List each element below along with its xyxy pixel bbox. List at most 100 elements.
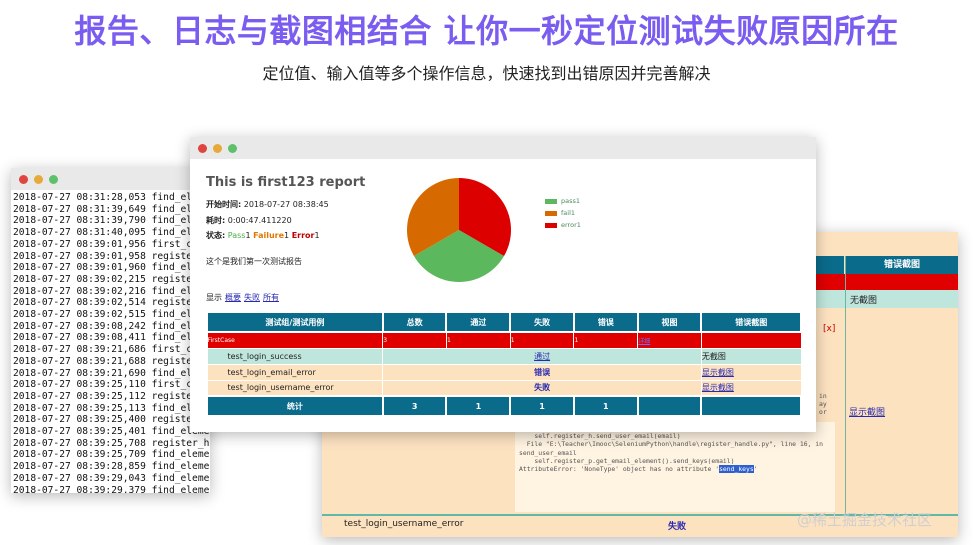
result-table: 测试组/测试用例 总数 通过 失败 错误 视图 错误截图 FirstCase 3 1 1 1 详细 te…: [206, 311, 802, 417]
close-screenshot-button[interactable]: [x]: [823, 324, 835, 334]
table-cell: 3: [382, 331, 447, 349]
bottom-case-status[interactable]: 失败: [668, 519, 686, 532]
minimize-window-dot-icon[interactable]: [213, 143, 222, 153]
log-line: 2018-07-27 08:39:02,514 register_handle.: [13, 297, 210, 309]
log-line: 2018-07-27 08:39:01,956 first_case.py-->: [13, 238, 210, 250]
legend-label: fail1: [561, 209, 576, 217]
table-row: test_login_success 通过 无截图: [206, 347, 802, 365]
log-line: 2018-07-27 08:39:25,113 find_element.py: [13, 402, 210, 414]
screenshot-cell: 无截图: [700, 347, 802, 365]
start-time: 开始时间: 2018-07-27 08:38:45: [206, 200, 329, 209]
window-titlebar: [11, 168, 210, 190]
legend-label: error1: [561, 221, 581, 229]
testcase-status-link[interactable]: 通过: [534, 352, 550, 361]
screenshot-cell: 显示截图: [700, 363, 802, 381]
log-line: 2018-07-27 08:39:01,958 register_handle.: [13, 250, 210, 262]
log-line: 2018-07-27 08:39:29,043 find_element.py-…: [13, 472, 210, 484]
log-line: 2018-07-27 08:31:28,053 find_element.py: [13, 192, 210, 203]
table-cell: 1: [509, 331, 575, 349]
testcase-name: test_login_success: [206, 347, 384, 365]
traceback-text: user_name self.register_h.send_user_emai…: [515, 422, 835, 512]
column-header: 视图: [636, 311, 703, 333]
column-divider: [845, 256, 846, 514]
filter-links: 显示 概要 失败 所有: [206, 293, 279, 302]
log-line: 2018-07-27 08:39:25,708 register_handle.…: [13, 437, 210, 449]
table-cell: FirstCase: [206, 331, 384, 349]
log-line: 2018-07-27 08:39:21,686 first_case.py-->: [13, 344, 210, 356]
filter-summary-link[interactable]: 概要: [225, 293, 241, 302]
highlighted-attribute: send_keys: [719, 465, 754, 474]
table-row: test_login_username_error 失败 显示截图: [206, 379, 802, 397]
status-cell: 通过: [382, 347, 702, 365]
log-lines: 2018-07-27 08:31:28,053 find_element.py2…: [11, 190, 210, 493]
log-line: 2018-07-27 08:39:25,400 register_handle.: [13, 414, 210, 426]
log-line: 2018-07-27 08:39:21,688 register_handle.: [13, 355, 210, 367]
legend-swatch: [545, 222, 557, 228]
bottom-case-name: test_login_username_error: [344, 519, 464, 529]
column-header: 通过: [445, 311, 512, 333]
no-screenshot-label: 无截图: [850, 296, 878, 306]
log-line: 2018-07-27 08:39:08,242 find_element.py: [13, 320, 210, 332]
log-line: 2018-07-27 08:39:01,960 find_element.py: [13, 262, 210, 274]
log-line: 2018-07-27 08:39:21,690 find_element.py: [13, 367, 210, 379]
column-header: 测试组/测试用例: [206, 311, 384, 333]
maximize-window-dot-icon[interactable]: [49, 174, 58, 184]
log-line: 2018-07-27 08:31:39,790 find_element.py: [13, 215, 210, 227]
summary-cell: [700, 395, 802, 417]
code-overflow: in ay or: [819, 392, 827, 417]
log-line: 2018-07-27 08:39:25,709 find_element.py-…: [13, 449, 210, 461]
table-row-group: FirstCase 3 1 1 1 详细: [206, 331, 802, 349]
table-cell: 1: [573, 331, 639, 349]
filter-failed-link[interactable]: 失败: [244, 293, 260, 302]
test-report-window: This is first123 report 开始时间: 2018-07-27…: [190, 137, 816, 432]
testcase-status-link[interactable]: 错误: [534, 368, 550, 377]
status-cell: 错误: [382, 363, 702, 381]
status-summary: 状态: Pass1 Failure1 Error1: [206, 231, 320, 240]
table-cell: 1: [445, 331, 511, 349]
legend-item: fail1: [545, 207, 581, 219]
table-row: test_login_email_error 错误 显示截图: [206, 363, 802, 381]
log-line: 2018-07-27 08:31:39,649 find_element.py: [13, 203, 210, 215]
summary-cell: 1: [572, 395, 639, 417]
table-cell: [700, 331, 802, 349]
maximize-window-dot-icon[interactable]: [228, 143, 237, 153]
report-description: 这个是我们第一次测试报告: [206, 257, 302, 266]
legend-item: pass1: [545, 195, 581, 207]
log-line: 2018-07-27 08:39:25,401 find_element.py-…: [13, 426, 210, 438]
column-header: 错误: [572, 311, 639, 333]
screenshot-cell: 显示截图: [700, 379, 802, 397]
filter-all-link[interactable]: 所有: [263, 293, 279, 302]
log-line: 2018-07-27 08:39:25,112 register_handle.: [13, 390, 210, 402]
result-pie-chart: [407, 178, 511, 282]
close-window-dot-icon[interactable]: [19, 174, 28, 184]
watermark: @稀土掘金技术社区: [797, 511, 933, 529]
close-window-dot-icon[interactable]: [198, 143, 207, 153]
legend-label: pass1: [561, 197, 581, 205]
testcase-name: test_login_email_error: [206, 363, 384, 381]
report-title: This is first123 report: [206, 175, 366, 190]
log-line: 2018-07-27 08:39:02,215 register_handle.: [13, 273, 210, 285]
subheadline: 定位值、输入值等多个操作信息，快速找到出错原因并完善解决: [262, 64, 711, 83]
column-header: 错误截图: [700, 311, 802, 333]
column-header: 总数: [381, 311, 448, 333]
column-header: 失败: [509, 311, 575, 333]
testcase-status-link[interactable]: 失败: [534, 383, 550, 392]
show-screenshot-link[interactable]: 显示截图: [849, 405, 885, 418]
log-line: 2018-07-27 08:31:40,095 find_element.py: [13, 227, 210, 239]
minimize-window-dot-icon[interactable]: [34, 174, 43, 184]
show-screenshot-link[interactable]: 显示截图: [702, 383, 734, 392]
summary-cell: 1: [445, 395, 512, 417]
log-line: 2018-07-27 08:39:28,859 find_element.py-…: [13, 461, 210, 473]
summary-cell: 3: [381, 395, 448, 417]
log-line: 2018-07-27 08:39:25,110 first_case.py-->: [13, 379, 210, 391]
legend-swatch: [545, 198, 557, 204]
log-window: 2018-07-27 08:31:28,053 find_element.py2…: [11, 168, 210, 493]
duration: 耗时: 0:00:47.411220: [206, 216, 292, 225]
status-cell: 失败: [382, 379, 702, 397]
headline: 报告、日志与截图相结合 让你一秒定位测试失败原因所在: [74, 12, 899, 50]
group-detail-link[interactable]: 详细: [637, 331, 702, 349]
show-screenshot-link[interactable]: 显示截图: [702, 368, 734, 377]
table-row-summary: 统计 3 1 1 1: [206, 395, 802, 417]
log-line: 2018-07-27 08:39:08,411 find_element.py: [13, 332, 210, 344]
column-header-screenshot: 错误截图: [846, 256, 958, 274]
